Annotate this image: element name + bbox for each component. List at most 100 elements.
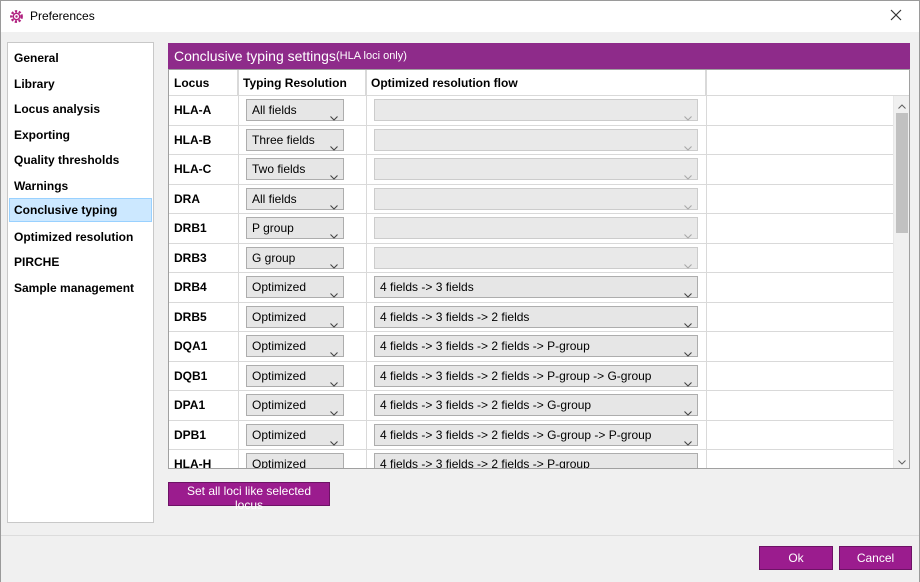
column-header-locus[interactable]: Locus xyxy=(169,70,238,96)
resolution-flow-dropdown xyxy=(374,217,698,239)
chevron-down-icon xyxy=(684,432,692,446)
vertical-scrollbar[interactable] xyxy=(893,96,909,468)
typing-resolution-value: Optimized xyxy=(252,398,307,412)
nav-item-exporting[interactable]: Exporting xyxy=(9,123,152,147)
resolution-flow-dropdown[interactable]: 4 fields -> 3 fields -> 2 fields -> P-gr… xyxy=(374,364,698,387)
chevron-down-icon xyxy=(330,402,338,416)
nav-item-optimized-resolution[interactable]: Optimized resolution xyxy=(9,225,152,249)
chevron-down-icon xyxy=(330,461,338,467)
typing-resolution-value: Optimized xyxy=(252,339,307,353)
table-row[interactable]: DRB3 G group xyxy=(169,244,893,273)
typing-resolution-dropdown[interactable]: Optimized xyxy=(246,364,344,387)
typing-resolution-value: Three fields xyxy=(252,132,315,147)
locus-cell: DQA1 xyxy=(174,339,208,353)
nav-item-general[interactable]: General xyxy=(9,46,152,70)
table-row[interactable]: DRB5 Optimized 4 fields -> 3 fields -> 2 f… xyxy=(169,303,893,332)
chevron-down-icon xyxy=(330,314,338,328)
resolution-flow-value: 4 fields -> 3 fields -> 2 fields -> G-gr… xyxy=(380,427,652,442)
nav-item-label: General xyxy=(14,51,59,65)
locus-cell: DPB1 xyxy=(174,427,207,442)
typing-resolution-dropdown[interactable]: Optimized xyxy=(246,276,344,298)
window-title: Preferences xyxy=(30,9,95,23)
typing-resolution-dropdown[interactable]: Optimized xyxy=(246,423,344,446)
chevron-down-icon xyxy=(684,373,692,387)
nav-item-label: Warnings xyxy=(14,178,69,193)
resolution-flow-dropdown xyxy=(374,187,698,210)
resolution-flow-dropdown[interactable]: 4 fields -> 3 fields -> 2 fields xyxy=(374,305,698,328)
column-header-typing-resolution[interactable]: Typing Resolution xyxy=(238,70,366,96)
typing-resolution-dropdown[interactable]: Optimized xyxy=(246,335,344,357)
locus-cell: DRB1 xyxy=(174,221,207,235)
nav-item-label: Locus analysis xyxy=(14,102,101,116)
locus-cell: DRA xyxy=(174,191,200,206)
typing-resolution-dropdown[interactable]: All fields xyxy=(246,187,344,210)
chevron-down-icon xyxy=(684,196,692,210)
chevron-down-icon xyxy=(684,225,692,239)
table-row[interactable]: HLA-A All fields xyxy=(169,96,893,126)
scroll-thumb[interactable] xyxy=(896,113,908,233)
dialog-footer: Ok Cancel xyxy=(1,536,919,582)
locus-cell: DPA1 xyxy=(174,398,206,412)
table-row[interactable]: DRA All fields xyxy=(169,185,893,214)
scroll-down-button[interactable] xyxy=(894,452,909,468)
nav-item-label: Exporting xyxy=(14,127,70,142)
nav-item-pirche[interactable]: PIRCHE xyxy=(9,250,152,274)
locus-cell: HLA-A xyxy=(174,103,212,117)
chevron-down-icon xyxy=(330,137,338,151)
column-header-resolution-flow[interactable]: Optimized resolution flow xyxy=(366,70,706,96)
ok-button[interactable]: Ok xyxy=(759,546,833,570)
typing-resolution-value: Optimized xyxy=(252,280,307,294)
chevron-down-icon xyxy=(684,314,692,328)
resolution-flow-dropdown[interactable]: 4 fields -> 3 fields -> 2 fields -> P-gr… xyxy=(374,335,698,357)
typing-resolution-dropdown[interactable]: Optimized xyxy=(246,453,344,469)
table-row[interactable]: HLA-C Two fields xyxy=(169,155,893,185)
nav-item-warnings[interactable]: Warnings xyxy=(9,174,152,198)
nav-item-library[interactable]: Library xyxy=(9,72,152,96)
chevron-down-icon xyxy=(898,454,906,468)
table-row[interactable]: DQA1 Optimized 4 fields -> 3 fields -> 2 f… xyxy=(169,332,893,362)
close-button[interactable] xyxy=(873,1,919,32)
nav-item-label: PIRCHE xyxy=(14,255,60,269)
typing-resolution-value: Optimized xyxy=(252,309,307,324)
typing-resolution-dropdown[interactable]: Optimized xyxy=(246,394,344,416)
nav-item-label: Quality thresholds xyxy=(14,153,120,167)
set-all-loci-button[interactable]: Set all loci like selected locus xyxy=(168,482,330,512)
nav-item-quality-thresholds[interactable]: Quality thresholds xyxy=(9,148,152,172)
table-row[interactable]: DRB1 P group xyxy=(169,214,893,244)
typing-resolution-dropdown[interactable]: Optimized xyxy=(246,305,344,328)
resolution-flow-dropdown[interactable]: 4 fields -> 3 fields xyxy=(374,276,698,298)
resolution-flow-dropdown[interactable]: 4 fields -> 3 fields -> 2 fields -> P-gr… xyxy=(374,453,698,468)
table-row[interactable]: DPB1 Optimized 4 fields -> 3 fields -> 2 f… xyxy=(169,421,893,450)
nav-item-sample-management[interactable]: Sample management xyxy=(9,276,152,300)
typing-resolution-dropdown[interactable]: Two fields xyxy=(246,158,344,180)
typing-resolution-dropdown[interactable]: All fields xyxy=(246,99,344,121)
chevron-down-icon xyxy=(684,166,692,180)
resolution-flow-dropdown[interactable]: 4 fields -> 3 fields -> 2 fields -> G-gr… xyxy=(374,394,698,416)
chevron-down-icon xyxy=(684,343,692,357)
table-row[interactable]: DPA1 Optimized 4 fields -> 3 fields -> 2 f… xyxy=(169,391,893,421)
resolution-flow-value: 4 fields -> 3 fields -> 2 fields -> P-gr… xyxy=(380,368,652,383)
typing-resolution-dropdown[interactable]: P group xyxy=(246,217,344,239)
panel-title: Conclusive typing settings xyxy=(174,48,336,64)
locus-cell: HLA-C xyxy=(174,162,212,176)
resolution-flow-dropdown xyxy=(374,246,698,269)
table-row[interactable]: DQB1 Optimized 4 fields -> 3 fields -> 2 f… xyxy=(169,362,893,391)
table-row[interactable]: HLA-B Three fields xyxy=(169,126,893,155)
chevron-down-icon xyxy=(330,107,338,121)
nav-item-conclusive-typing[interactable]: Conclusive typing xyxy=(9,198,152,222)
typing-resolution-dropdown[interactable]: Three fields xyxy=(246,128,344,151)
table-row[interactable]: HLA-H Optimized 4 fields -> 3 fields -> 2 … xyxy=(169,450,893,469)
app-gear-icon xyxy=(9,9,24,24)
typing-resolution-dropdown[interactable]: G group xyxy=(246,246,344,269)
nav-item-label: Conclusive typing xyxy=(14,203,118,217)
typing-resolution-value: Optimized xyxy=(252,457,307,469)
typing-resolution-value: G group xyxy=(252,250,296,265)
table-row[interactable]: DRB4 Optimized 4 fields -> 3 fields xyxy=(169,273,893,303)
title-bar: Preferences xyxy=(1,1,919,32)
resolution-flow-value: 4 fields -> 3 fields -> 2 fields -> P-gr… xyxy=(380,339,590,353)
scroll-up-button[interactable] xyxy=(894,96,909,113)
locus-cell: DQB1 xyxy=(174,368,208,383)
nav-item-locus-analysis[interactable]: Locus analysis xyxy=(9,97,152,121)
resolution-flow-dropdown[interactable]: 4 fields -> 3 fields -> 2 fields -> G-gr… xyxy=(374,423,698,446)
cancel-button[interactable]: Cancel xyxy=(839,546,912,570)
